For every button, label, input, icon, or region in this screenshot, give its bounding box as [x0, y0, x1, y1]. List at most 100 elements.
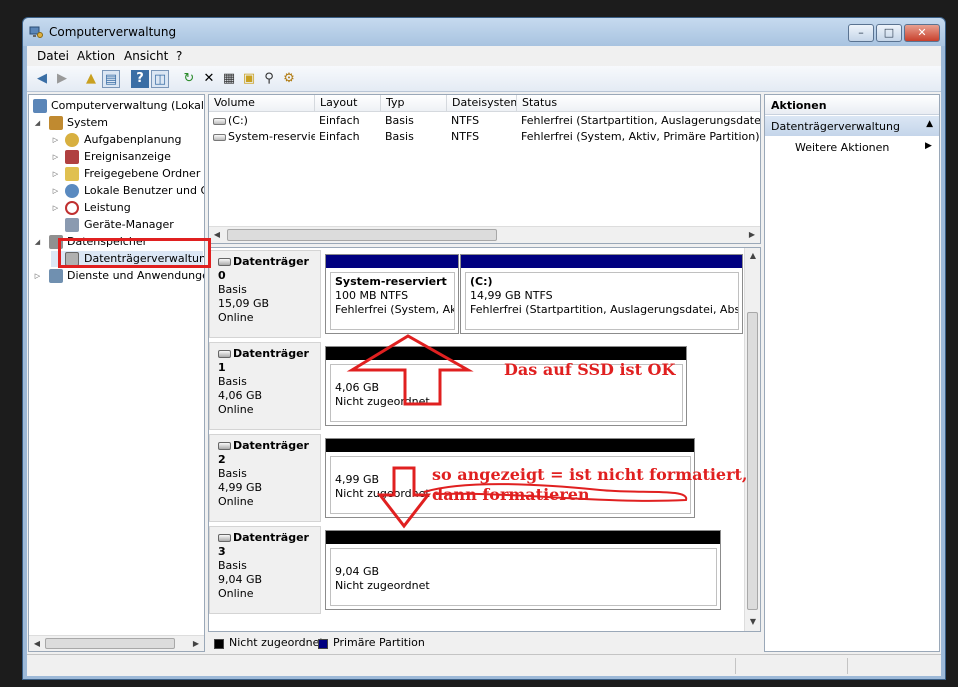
unallocated-bar	[326, 531, 720, 544]
partition-system-reserviert[interactable]: System-reserviert 100 MB NTFS Fehlerfrei…	[325, 254, 459, 334]
volume-filesystem: NTFS	[451, 114, 480, 127]
scroll-right-icon[interactable]: ▶	[188, 636, 204, 651]
maximize-button[interactable]: □	[876, 24, 902, 42]
help-icon[interactable]: ?	[131, 70, 149, 88]
tree-item-system[interactable]: ◢ System	[33, 115, 108, 131]
volume-icon	[213, 133, 226, 141]
app-window: Computerverwaltung – □ ✕ Datei Aktion An…	[22, 17, 946, 680]
table-row[interactable]: (C:) Einfach Basis NTFS Fehlerfrei (Star…	[209, 113, 760, 129]
expand-icon[interactable]: ▷	[51, 166, 60, 182]
unallocated-bar	[326, 347, 686, 360]
partition-size: 4,06 GB	[335, 381, 380, 394]
tree-item-geraete-manager[interactable]: Geräte-Manager	[51, 217, 174, 233]
submenu-arrow-icon[interactable]: ▶	[925, 141, 932, 151]
disk-label[interactable]: Datenträger 0 Basis 15,09 GB Online	[209, 250, 321, 338]
navigation-tree: Computerverwaltung (Lokal) ◢ System ▷ Au…	[28, 94, 205, 652]
primary-partition-bar	[326, 255, 458, 268]
console-tree-icon[interactable]: ▤	[102, 70, 120, 88]
expand-icon[interactable]: ▷	[51, 183, 60, 199]
performance-icon	[65, 201, 79, 215]
settings-icon[interactable]: ⚙	[280, 70, 298, 88]
disk-label[interactable]: Datenträger 1 Basis 4,06 GB Online	[209, 342, 321, 430]
collapse-up-icon[interactable]: ▲	[926, 119, 933, 129]
expand-icon[interactable]: ▷	[51, 132, 60, 148]
scroll-up-icon[interactable]: ▲	[745, 248, 760, 264]
window-title: Computerverwaltung	[49, 25, 177, 39]
show-pane-icon[interactable]: ◫	[151, 70, 169, 88]
scroll-thumb[interactable]	[747, 312, 758, 610]
volume-status: Fehlerfrei (Startpartition, Auslagerungs…	[521, 114, 760, 127]
column-layout[interactable]: Layout	[315, 95, 381, 112]
properties-icon[interactable]: ▦	[220, 70, 238, 88]
menu-help[interactable]: ?	[176, 49, 182, 63]
column-typ[interactable]: Typ	[381, 95, 447, 112]
scroll-left-icon[interactable]: ◀	[209, 227, 225, 243]
menu-datei[interactable]: Datei	[37, 49, 69, 63]
column-dateisystem[interactable]: Dateisystem	[447, 95, 517, 112]
column-volume[interactable]: Volume	[209, 95, 315, 112]
arrow-right-icon[interactable]: ▶	[53, 70, 71, 88]
expand-icon[interactable]: ▷	[51, 149, 60, 165]
tree-item-aufgabenplanung[interactable]: ▷ Aufgabenplanung	[51, 132, 182, 148]
volume-list-header: Volume Layout Typ Dateisystem Status	[209, 95, 760, 112]
disk-state: Online	[218, 403, 254, 416]
tree-item-dienste[interactable]: ▷ Dienste und Anwendungen	[33, 268, 204, 284]
scroll-right-icon[interactable]: ▶	[744, 227, 760, 243]
disk-row-0: Datenträger 0 Basis 15,09 GB Online Syst…	[209, 250, 745, 339]
delete-icon[interactable]: ✕	[200, 70, 218, 88]
collapse-icon[interactable]: ◢	[33, 234, 42, 250]
menu-ansicht[interactable]: Ansicht	[124, 49, 168, 63]
list-horizontal-scrollbar[interactable]: ◀ ▶	[209, 226, 760, 243]
scroll-down-icon[interactable]: ▼	[745, 614, 760, 630]
annotation-not-formatted-line1: so angezeigt = ist nicht formatiert,	[432, 465, 748, 484]
tree-item-ereignisanzeige[interactable]: ▷ Ereignisanzeige	[51, 149, 171, 165]
disk-label[interactable]: Datenträger 3 Basis 9,04 GB Online	[209, 526, 321, 614]
legend-primary-swatch	[318, 639, 328, 649]
menu-aktion[interactable]: Aktion	[77, 49, 115, 63]
title-bar[interactable]: Computerverwaltung – □ ✕	[23, 18, 945, 46]
disk-state: Online	[218, 495, 254, 508]
tools-icon	[49, 116, 63, 130]
disk-label[interactable]: Datenträger 2 Basis 4,99 GB Online	[209, 434, 321, 522]
highlight-box	[58, 238, 211, 268]
tree-system-label: System	[67, 116, 109, 129]
disk-title: Datenträger 2	[218, 439, 309, 466]
partition-unallocated-1[interactable]: 4,06 GB Nicht zugeordnet	[325, 346, 687, 426]
table-row[interactable]: System-reserviert Einfach Basis NTFS Feh…	[209, 129, 760, 145]
client-area: Computerverwaltung (Lokal) ◢ System ▷ Au…	[27, 92, 941, 654]
arrow-left-icon[interactable]: ◀	[33, 70, 51, 88]
search-icon[interactable]: ⚲	[260, 70, 278, 88]
scroll-thumb[interactable]	[227, 229, 497, 241]
tree-root[interactable]: Computerverwaltung (Lokal)	[33, 98, 204, 114]
tree-item-leistung[interactable]: ▷ Leistung	[51, 200, 131, 216]
disk-row-3: Datenträger 3 Basis 9,04 GB Online 9,04 …	[209, 526, 745, 615]
minimize-button[interactable]: –	[848, 24, 874, 42]
close-button[interactable]: ✕	[904, 24, 940, 42]
volume-list: Volume Layout Typ Dateisystem Status (C:…	[208, 94, 761, 244]
actions-section-datentraegerverwaltung[interactable]: Datenträgerverwaltung ▲	[765, 116, 939, 136]
partition-c[interactable]: (C:) 14,99 GB NTFS Fehlerfrei (Startpart…	[460, 254, 743, 334]
partition-status: Fehlerfrei (Startpartition, Auslagerungs…	[470, 303, 738, 316]
disk-row-1: Datenträger 1 Basis 4,06 GB Online 4,06 …	[209, 342, 745, 431]
action-weitere-aktionen[interactable]: Weitere Aktionen	[795, 141, 889, 154]
expand-icon[interactable]: ▷	[51, 200, 60, 216]
tree-item-lokale-benutzer[interactable]: ▷ Lokale Benutzer und Gr	[51, 183, 204, 199]
tree-label: Leistung	[84, 201, 131, 214]
scroll-left-icon[interactable]: ◀	[29, 636, 45, 651]
disk-type: Basis	[218, 467, 247, 480]
open-icon[interactable]: ▣	[240, 70, 258, 88]
partition-unallocated-3[interactable]: 9,04 GB Nicht zugeordnet	[325, 530, 721, 610]
tree-horizontal-scrollbar[interactable]: ◀ ▶	[29, 635, 204, 651]
scroll-thumb[interactable]	[45, 638, 175, 649]
expand-icon[interactable]: ▷	[33, 268, 42, 284]
partition-size: 14,99 GB NTFS	[470, 289, 553, 302]
tree-item-freigegebene-ordner[interactable]: ▷ Freigegebene Ordner	[51, 166, 200, 182]
volume-layout: Einfach	[319, 114, 360, 127]
collapse-icon[interactable]: ◢	[33, 115, 42, 131]
column-status[interactable]: Status	[517, 95, 760, 112]
status-bar	[27, 654, 941, 676]
refresh-icon[interactable]: ↻	[180, 70, 198, 88]
tree-label: Geräte-Manager	[84, 218, 174, 231]
disk-vertical-scrollbar[interactable]: ▲ ▼	[744, 248, 760, 631]
folder-up-icon[interactable]: ▲	[82, 70, 100, 88]
